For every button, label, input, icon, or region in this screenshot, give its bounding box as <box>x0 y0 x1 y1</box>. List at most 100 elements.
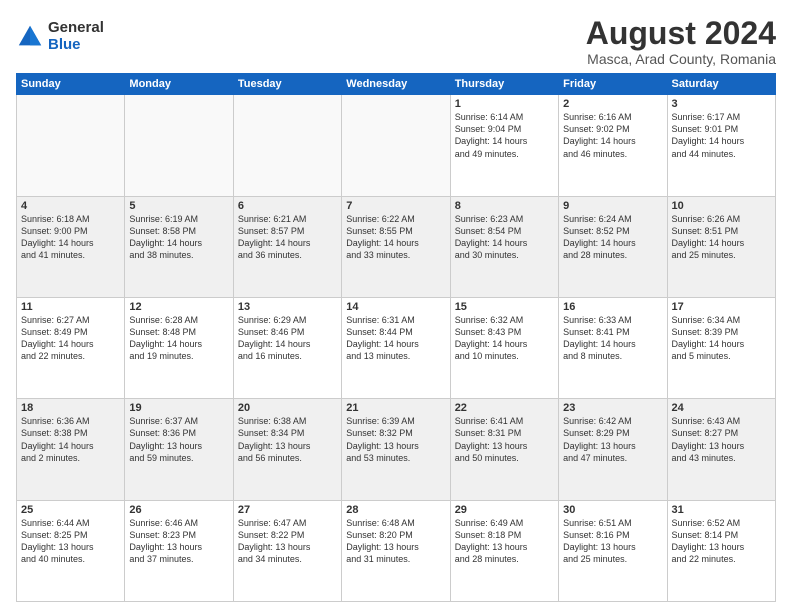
calendar-row: 18Sunrise: 6:36 AM Sunset: 8:38 PM Dayli… <box>17 399 776 500</box>
col-tuesday: Tuesday <box>233 74 341 95</box>
day-number: 27 <box>238 504 337 516</box>
table-cell: 28Sunrise: 6:48 AM Sunset: 8:20 PM Dayli… <box>342 500 450 601</box>
table-cell <box>125 95 233 196</box>
table-cell: 9Sunrise: 6:24 AM Sunset: 8:52 PM Daylig… <box>559 196 667 297</box>
day-info: Sunrise: 6:41 AM Sunset: 8:31 PM Dayligh… <box>455 415 554 464</box>
day-number: 6 <box>238 200 337 212</box>
day-info: Sunrise: 6:34 AM Sunset: 8:39 PM Dayligh… <box>672 314 771 363</box>
header-row: Sunday Monday Tuesday Wednesday Thursday… <box>17 74 776 95</box>
day-number: 1 <box>455 98 554 110</box>
table-cell: 6Sunrise: 6:21 AM Sunset: 8:57 PM Daylig… <box>233 196 341 297</box>
day-number: 13 <box>238 301 337 313</box>
table-cell: 8Sunrise: 6:23 AM Sunset: 8:54 PM Daylig… <box>450 196 558 297</box>
day-number: 31 <box>672 504 771 516</box>
calendar: Sunday Monday Tuesday Wednesday Thursday… <box>16 73 776 602</box>
table-cell <box>342 95 450 196</box>
day-info: Sunrise: 6:18 AM Sunset: 9:00 PM Dayligh… <box>21 213 120 262</box>
day-info: Sunrise: 6:42 AM Sunset: 8:29 PM Dayligh… <box>563 415 662 464</box>
day-info: Sunrise: 6:31 AM Sunset: 8:44 PM Dayligh… <box>346 314 445 363</box>
table-cell: 23Sunrise: 6:42 AM Sunset: 8:29 PM Dayli… <box>559 399 667 500</box>
day-number: 8 <box>455 200 554 212</box>
day-number: 7 <box>346 200 445 212</box>
day-info: Sunrise: 6:22 AM Sunset: 8:55 PM Dayligh… <box>346 213 445 262</box>
day-info: Sunrise: 6:17 AM Sunset: 9:01 PM Dayligh… <box>672 111 771 160</box>
day-info: Sunrise: 6:52 AM Sunset: 8:14 PM Dayligh… <box>672 517 771 566</box>
day-number: 18 <box>21 402 120 414</box>
day-number: 22 <box>455 402 554 414</box>
main-title: August 2024 <box>586 16 776 51</box>
table-cell: 22Sunrise: 6:41 AM Sunset: 8:31 PM Dayli… <box>450 399 558 500</box>
table-cell: 14Sunrise: 6:31 AM Sunset: 8:44 PM Dayli… <box>342 297 450 398</box>
col-wednesday: Wednesday <box>342 74 450 95</box>
logo-text: General Blue <box>48 20 104 53</box>
day-number: 16 <box>563 301 662 313</box>
table-cell: 16Sunrise: 6:33 AM Sunset: 8:41 PM Dayli… <box>559 297 667 398</box>
day-number: 19 <box>129 402 228 414</box>
day-info: Sunrise: 6:32 AM Sunset: 8:43 PM Dayligh… <box>455 314 554 363</box>
logo: General Blue <box>16 20 104 53</box>
day-info: Sunrise: 6:37 AM Sunset: 8:36 PM Dayligh… <box>129 415 228 464</box>
day-info: Sunrise: 6:33 AM Sunset: 8:41 PM Dayligh… <box>563 314 662 363</box>
day-number: 4 <box>21 200 120 212</box>
table-cell: 13Sunrise: 6:29 AM Sunset: 8:46 PM Dayli… <box>233 297 341 398</box>
day-info: Sunrise: 6:14 AM Sunset: 9:04 PM Dayligh… <box>455 111 554 160</box>
col-sunday: Sunday <box>17 74 125 95</box>
day-info: Sunrise: 6:29 AM Sunset: 8:46 PM Dayligh… <box>238 314 337 363</box>
day-info: Sunrise: 6:49 AM Sunset: 8:18 PM Dayligh… <box>455 517 554 566</box>
table-cell: 30Sunrise: 6:51 AM Sunset: 8:16 PM Dayli… <box>559 500 667 601</box>
day-info: Sunrise: 6:16 AM Sunset: 9:02 PM Dayligh… <box>563 111 662 160</box>
day-number: 26 <box>129 504 228 516</box>
day-number: 23 <box>563 402 662 414</box>
col-monday: Monday <box>125 74 233 95</box>
table-cell: 10Sunrise: 6:26 AM Sunset: 8:51 PM Dayli… <box>667 196 775 297</box>
table-cell: 7Sunrise: 6:22 AM Sunset: 8:55 PM Daylig… <box>342 196 450 297</box>
day-number: 24 <box>672 402 771 414</box>
table-cell: 12Sunrise: 6:28 AM Sunset: 8:48 PM Dayli… <box>125 297 233 398</box>
day-number: 25 <box>21 504 120 516</box>
table-cell <box>233 95 341 196</box>
logo-icon <box>16 23 44 51</box>
day-info: Sunrise: 6:27 AM Sunset: 8:49 PM Dayligh… <box>21 314 120 363</box>
table-cell: 26Sunrise: 6:46 AM Sunset: 8:23 PM Dayli… <box>125 500 233 601</box>
day-number: 2 <box>563 98 662 110</box>
logo-general: General <box>48 20 104 37</box>
day-info: Sunrise: 6:46 AM Sunset: 8:23 PM Dayligh… <box>129 517 228 566</box>
calendar-row: 25Sunrise: 6:44 AM Sunset: 8:25 PM Dayli… <box>17 500 776 601</box>
page: General Blue August 2024 Masca, Arad Cou… <box>0 0 792 612</box>
table-cell: 24Sunrise: 6:43 AM Sunset: 8:27 PM Dayli… <box>667 399 775 500</box>
table-cell <box>17 95 125 196</box>
table-cell: 17Sunrise: 6:34 AM Sunset: 8:39 PM Dayli… <box>667 297 775 398</box>
day-info: Sunrise: 6:51 AM Sunset: 8:16 PM Dayligh… <box>563 517 662 566</box>
day-number: 9 <box>563 200 662 212</box>
day-number: 30 <box>563 504 662 516</box>
day-number: 3 <box>672 98 771 110</box>
table-cell: 2Sunrise: 6:16 AM Sunset: 9:02 PM Daylig… <box>559 95 667 196</box>
day-info: Sunrise: 6:43 AM Sunset: 8:27 PM Dayligh… <box>672 415 771 464</box>
day-info: Sunrise: 6:21 AM Sunset: 8:57 PM Dayligh… <box>238 213 337 262</box>
day-number: 10 <box>672 200 771 212</box>
day-number: 20 <box>238 402 337 414</box>
day-number: 17 <box>672 301 771 313</box>
day-number: 5 <box>129 200 228 212</box>
day-info: Sunrise: 6:47 AM Sunset: 8:22 PM Dayligh… <box>238 517 337 566</box>
day-info: Sunrise: 6:36 AM Sunset: 8:38 PM Dayligh… <box>21 415 120 464</box>
table-cell: 18Sunrise: 6:36 AM Sunset: 8:38 PM Dayli… <box>17 399 125 500</box>
calendar-row: 4Sunrise: 6:18 AM Sunset: 9:00 PM Daylig… <box>17 196 776 297</box>
day-info: Sunrise: 6:19 AM Sunset: 8:58 PM Dayligh… <box>129 213 228 262</box>
day-info: Sunrise: 6:38 AM Sunset: 8:34 PM Dayligh… <box>238 415 337 464</box>
day-number: 28 <box>346 504 445 516</box>
day-number: 21 <box>346 402 445 414</box>
table-cell: 31Sunrise: 6:52 AM Sunset: 8:14 PM Dayli… <box>667 500 775 601</box>
table-cell: 4Sunrise: 6:18 AM Sunset: 9:00 PM Daylig… <box>17 196 125 297</box>
table-cell: 11Sunrise: 6:27 AM Sunset: 8:49 PM Dayli… <box>17 297 125 398</box>
calendar-row: 1Sunrise: 6:14 AM Sunset: 9:04 PM Daylig… <box>17 95 776 196</box>
day-info: Sunrise: 6:39 AM Sunset: 8:32 PM Dayligh… <box>346 415 445 464</box>
day-number: 15 <box>455 301 554 313</box>
day-number: 11 <box>21 301 120 313</box>
table-cell: 3Sunrise: 6:17 AM Sunset: 9:01 PM Daylig… <box>667 95 775 196</box>
day-number: 29 <box>455 504 554 516</box>
title-block: August 2024 Masca, Arad County, Romania <box>586 16 776 67</box>
day-info: Sunrise: 6:26 AM Sunset: 8:51 PM Dayligh… <box>672 213 771 262</box>
day-info: Sunrise: 6:44 AM Sunset: 8:25 PM Dayligh… <box>21 517 120 566</box>
table-cell: 15Sunrise: 6:32 AM Sunset: 8:43 PM Dayli… <box>450 297 558 398</box>
